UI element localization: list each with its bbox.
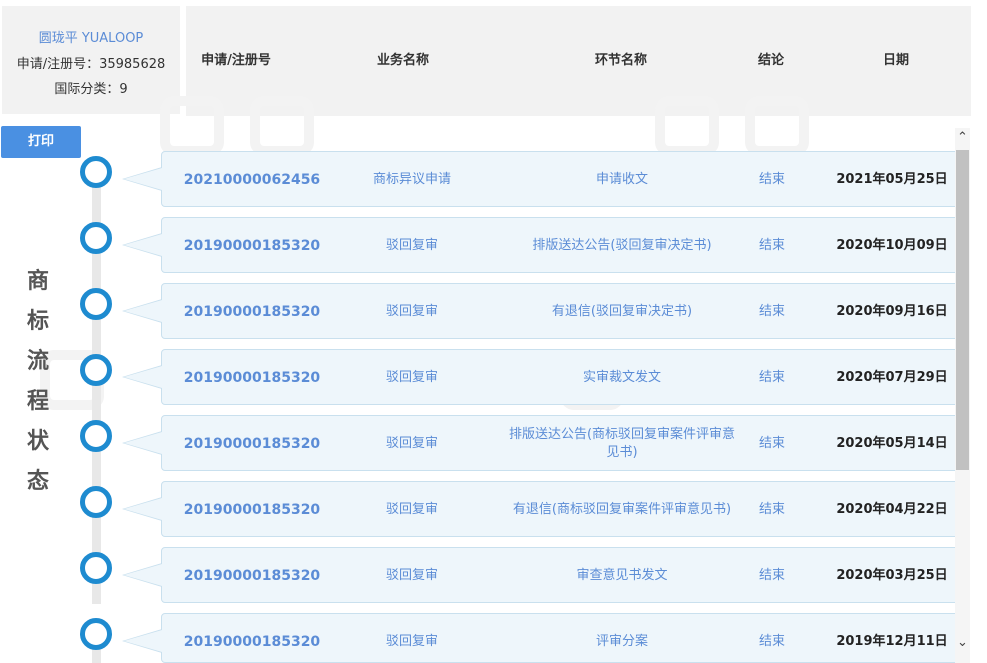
row-stage: 排版送达公告(商标驳回复审案件评审意见书) (508, 427, 736, 460)
table-row[interactable]: 20190000185320 驳回复审 评审分案 结束 2019年12月11日 (161, 613, 961, 663)
header-business: 业务名称 (376, 53, 429, 68)
row-conclusion: 结束 (758, 238, 785, 253)
timeline-dot (80, 354, 112, 386)
row-conclusion: 结束 (758, 502, 785, 517)
row-stage: 排版送达公告(驳回复审决定书) (532, 238, 712, 253)
row-conclusion: 结束 (758, 568, 785, 583)
timeline-dot (80, 288, 112, 320)
row-stage: 审查意见书发文 (576, 568, 668, 583)
row-pointer (124, 168, 162, 190)
row-business: 驳回复审 (385, 436, 438, 451)
trademark-flow-page: 圆珑平 YUALOOP 申请/注册号：35985628 国际分类：9 申请/注册… (0, 0, 987, 663)
row-date: 2020年07月29日 (836, 370, 948, 385)
row-date: 2019年12月11日 (836, 634, 948, 649)
row-pointer (124, 630, 162, 652)
row-conclusion: 结束 (758, 304, 785, 319)
row-conclusion: 结束 (758, 436, 785, 451)
row-date: 2021年05月25日 (836, 172, 948, 187)
row-pointer (124, 234, 162, 256)
watermark-shape (160, 96, 224, 156)
timeline-dot (80, 486, 112, 518)
side-title: 商 标 流 程 状 态 (18, 262, 58, 502)
row-business: 商标异议申请 (372, 172, 451, 187)
table-row[interactable]: 20190000185320 驳回复审 排版送达公告(商标驳回复审案件评审意见书… (161, 415, 961, 471)
table-row[interactable]: 20210000062456 商标异议申请 申请收文 结束 2021年05月25… (161, 151, 961, 207)
table-row[interactable]: 20190000185320 驳回复审 有退信(商标驳回复审案件评审意见书) 结… (161, 481, 961, 537)
chevron-up-icon[interactable]: ⌃ (955, 128, 970, 148)
row-business: 驳回复审 (385, 568, 438, 583)
row-pointer (124, 300, 162, 322)
table-row[interactable]: 20190000185320 驳回复审 有退信(驳回复审决定书) 结束 2020… (161, 283, 961, 339)
side-title-char: 状 (26, 429, 49, 454)
row-business: 驳回复审 (385, 634, 438, 649)
row-date: 2020年05月14日 (836, 436, 948, 451)
registration-number: 申请/注册号：35985628 (16, 57, 166, 72)
row-pointer (124, 564, 162, 586)
row-business: 驳回复审 (385, 238, 438, 253)
side-title-char: 态 (26, 469, 49, 494)
row-pointer (124, 432, 162, 454)
row-stage: 申请收文 (595, 172, 648, 187)
row-date: 2020年03月25日 (836, 568, 948, 583)
timeline-dot (80, 552, 112, 584)
row-conclusion: 结束 (758, 634, 785, 649)
print-button[interactable]: 打印 (1, 126, 81, 158)
row-pointer (124, 498, 162, 520)
scrollbar-thumb[interactable] (956, 150, 969, 470)
watermark-shape (250, 96, 314, 156)
table-row[interactable]: 20190000185320 驳回复审 排版送达公告(驳回复审决定书) 结束 2… (161, 217, 961, 273)
table-row[interactable]: 20190000185320 驳回复审 实审裁文发文 结束 2020年07月29… (161, 349, 961, 405)
row-stage: 评审分案 (595, 634, 648, 649)
row-conclusion: 结束 (758, 172, 785, 187)
row-conclusion: 结束 (758, 370, 785, 385)
row-date: 2020年09月16日 (836, 304, 948, 319)
table-row[interactable]: 20190000185320 驳回复审 审查意见书发文 结束 2020年03月2… (161, 547, 961, 603)
row-stage: 有退信(商标驳回复审案件评审意见书) (512, 502, 732, 517)
side-title-char: 商 (26, 269, 49, 294)
row-date: 2020年04月22日 (836, 502, 948, 517)
row-business: 驳回复审 (385, 304, 438, 319)
row-business: 驳回复审 (385, 502, 438, 517)
watermark-shape (655, 96, 719, 156)
watermark-shape (745, 96, 809, 156)
header-date: 日期 (882, 53, 909, 68)
row-date: 2020年10月09日 (836, 238, 948, 253)
international-class: 国际分类：9 (54, 82, 128, 97)
timeline-dot (80, 420, 112, 452)
side-title-char: 程 (26, 389, 49, 414)
row-stage: 实审裁文发文 (582, 370, 661, 385)
row-stage: 有退信(驳回复审决定书) (551, 304, 693, 319)
side-title-char: 标 (26, 309, 49, 334)
trademark-info-panel: 圆珑平 YUALOOP 申请/注册号：35985628 国际分类：9 (2, 6, 180, 114)
side-title-char: 流 (26, 349, 49, 374)
chevron-down-icon[interactable]: ⌄ (955, 633, 970, 653)
row-pointer (124, 366, 162, 388)
timeline-dot (80, 618, 112, 650)
trademark-name: 圆珑平 YUALOOP (38, 31, 144, 46)
row-business: 驳回复审 (385, 370, 438, 385)
timeline-dot (80, 156, 112, 188)
timeline-dot (80, 222, 112, 254)
